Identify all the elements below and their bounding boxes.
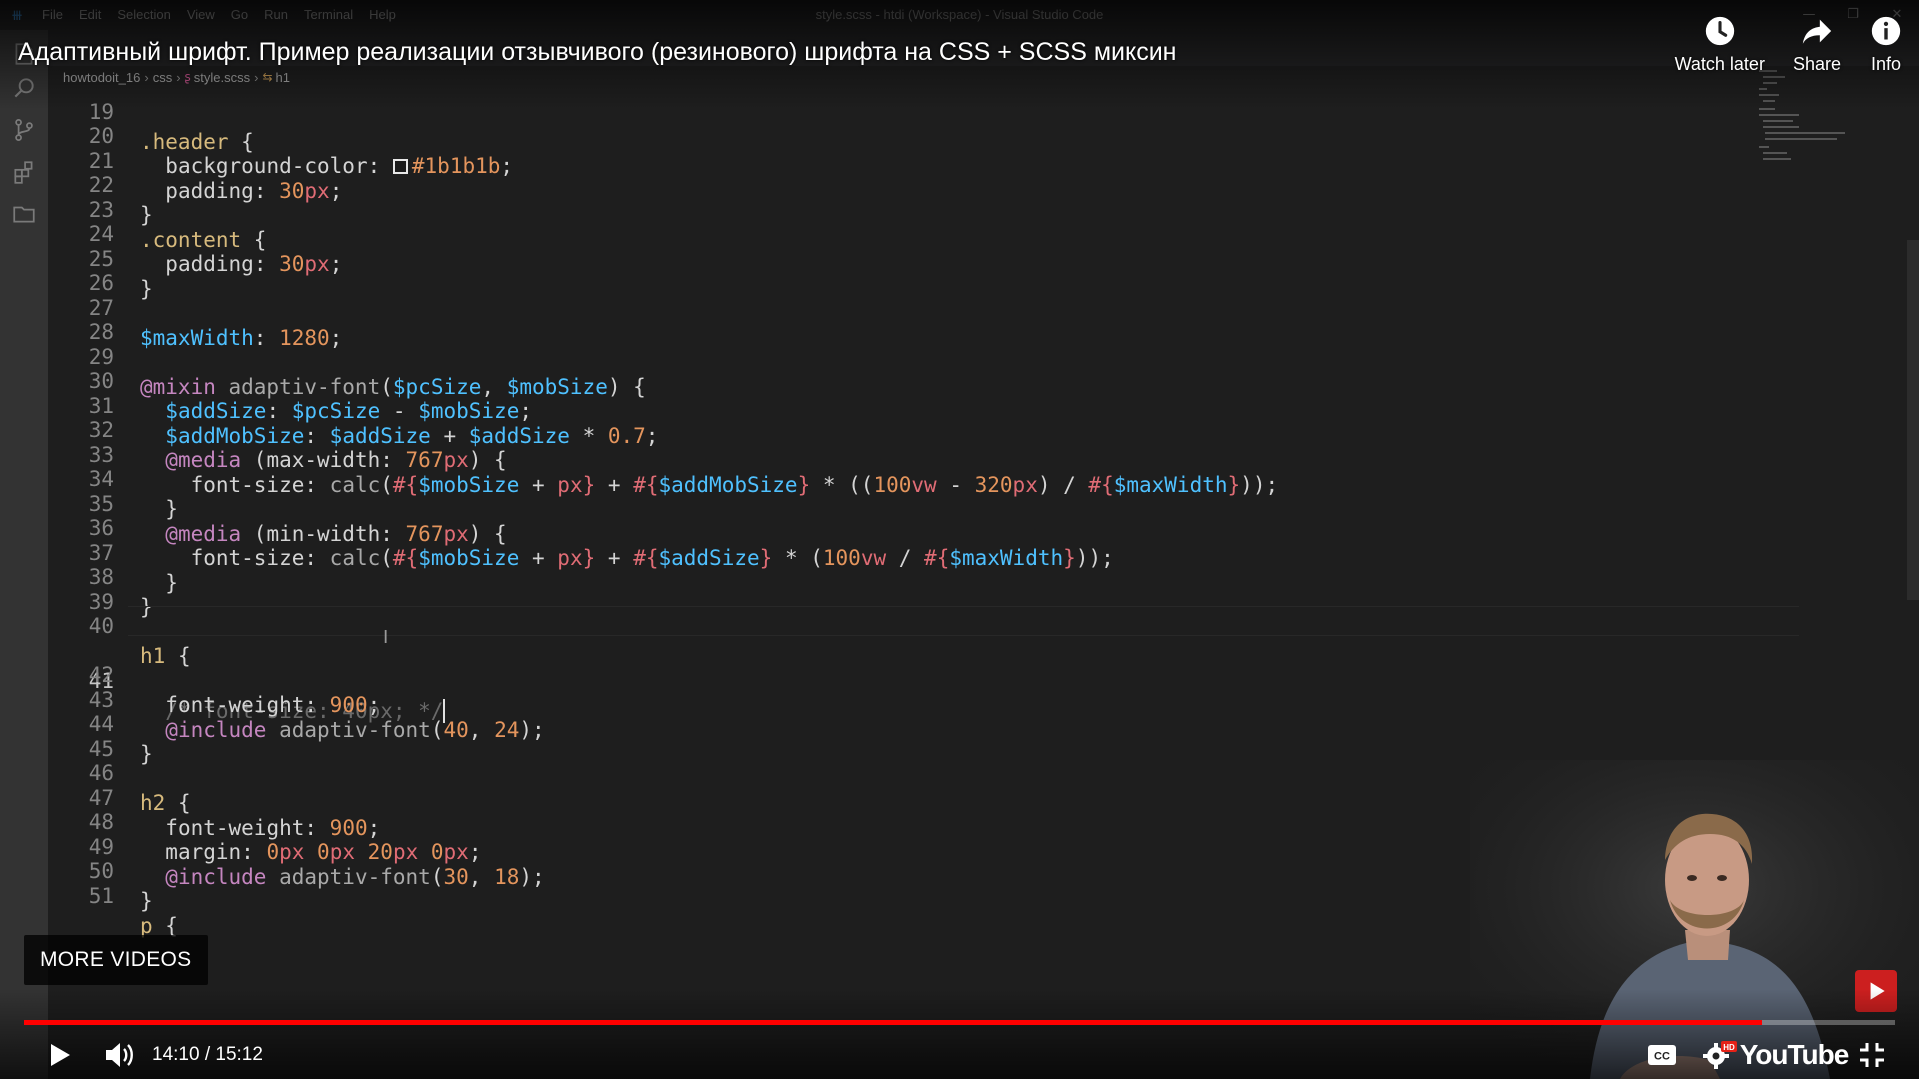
exit-fullscreen-icon xyxy=(1860,1042,1884,1067)
menu-bar: File Edit Selection View Go Run Terminal… xyxy=(34,0,404,30)
info-icon xyxy=(1871,16,1901,46)
minimap[interactable] xyxy=(1759,70,1849,170)
info-label: Info xyxy=(1870,54,1902,74)
watch-later-label: Watch later xyxy=(1674,54,1765,74)
folder-icon[interactable] xyxy=(0,190,48,238)
breadcrumb-item[interactable]: howtodoit_16 xyxy=(63,70,140,85)
video-title[interactable]: Адаптивный шрифт. Пример реализации отзы… xyxy=(18,38,1176,67)
info-button[interactable]: Info xyxy=(1869,14,1903,75)
activity-bar xyxy=(0,30,48,1079)
video-actions: Watch later Share Info xyxy=(1675,14,1903,75)
menu-edit[interactable]: Edit xyxy=(71,0,109,30)
breadcrumb-item[interactable]: h1 xyxy=(276,70,290,85)
source-control-icon[interactable] xyxy=(0,106,48,154)
share-button[interactable]: Share xyxy=(1793,14,1841,75)
clock-icon xyxy=(1705,16,1734,46)
menu-run[interactable]: Run xyxy=(256,0,296,30)
chevron-right-icon: › xyxy=(176,69,181,85)
channel-logo-badge[interactable] xyxy=(1855,970,1897,1012)
svg-text:HD: HD xyxy=(1723,1043,1735,1052)
player-controls: CC HD YouTube xyxy=(0,1030,1919,1079)
menu-terminal[interactable]: Terminal xyxy=(296,0,361,30)
menu-go[interactable]: Go xyxy=(223,0,256,30)
search-icon[interactable] xyxy=(0,64,48,112)
progress-played xyxy=(24,1020,1762,1025)
captions-icon: CC xyxy=(1648,1044,1676,1065)
menu-file[interactable]: File xyxy=(34,0,71,30)
svg-text:CC: CC xyxy=(1654,1050,1670,1062)
time-display: 14:10 / 15:12 xyxy=(152,1044,263,1065)
breadcrumb: howtodoit_16 › css › ʂ style.scss › ⇆ h1 xyxy=(48,66,290,88)
exit-fullscreen-button[interactable] xyxy=(1852,1030,1892,1079)
mouse-ibeam-cursor: I xyxy=(383,627,389,648)
menu-help[interactable]: Help xyxy=(361,0,404,30)
vscode-logo-icon: ⧻ xyxy=(10,6,24,24)
settings-button[interactable]: HD xyxy=(1700,1030,1740,1079)
vscode-titlebar: ⧻ File Edit Selection View Go Run Termin… xyxy=(0,0,1919,30)
volume-icon xyxy=(106,1042,133,1067)
editor-scrollbar[interactable] xyxy=(1907,240,1919,600)
code-token: } xyxy=(140,889,153,913)
play-button[interactable] xyxy=(40,1030,80,1079)
scss-file-icon: ʂ xyxy=(184,70,191,84)
more-videos-button[interactable]: MORE VIDEOS xyxy=(24,935,208,985)
breadcrumb-item[interactable]: style.scss xyxy=(194,70,250,85)
chevron-right-icon: › xyxy=(254,69,259,85)
youtube-logo-button[interactable]: YouTube xyxy=(1740,1030,1850,1079)
play-badge-icon xyxy=(1870,982,1885,1000)
volume-button[interactable] xyxy=(100,1030,140,1079)
chevron-right-icon: › xyxy=(144,69,149,85)
gear-hd-icon: HD xyxy=(1703,1040,1737,1069)
watch-later-button[interactable]: Watch later xyxy=(1675,14,1765,75)
share-arrow-icon xyxy=(1802,19,1832,44)
captions-button[interactable]: CC xyxy=(1644,1030,1680,1079)
share-label: Share xyxy=(1792,54,1841,74)
menu-selection[interactable]: Selection xyxy=(109,0,178,30)
breadcrumb-item[interactable]: css xyxy=(153,70,173,85)
symbol-icon: ⇆ xyxy=(262,70,273,84)
line-number: 51 xyxy=(88,884,114,908)
extensions-icon[interactable] xyxy=(0,148,48,196)
menu-view[interactable]: View xyxy=(179,0,223,30)
play-icon xyxy=(51,1043,70,1066)
youtube-logo: YouTube xyxy=(1739,1038,1850,1070)
progress-bar[interactable] xyxy=(24,1020,1895,1025)
